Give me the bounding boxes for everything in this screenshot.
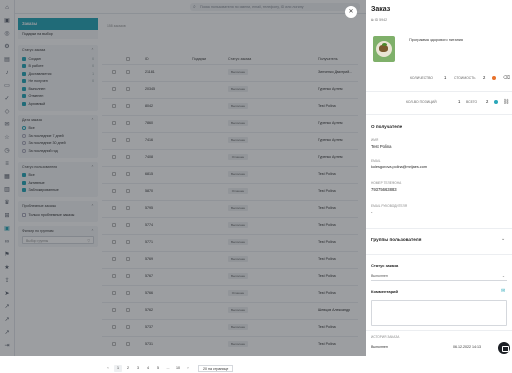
order-panel: Заказ ⧉ ID 5942 Программа здорового пита…	[366, 0, 512, 356]
cost-value: 2	[483, 75, 486, 80]
pagination: ‹ 1 2 3 4 5... 10 › 20 на странице	[104, 365, 234, 372]
phone-value: 79375663883	[371, 187, 397, 192]
phone-label: Номер телефона	[371, 181, 402, 185]
page-link[interactable]: 3	[134, 365, 142, 372]
recipient-section-title: О получателе	[371, 124, 403, 129]
panel-title: Заказ	[371, 6, 391, 13]
link-icon[interactable]: ⛓	[503, 99, 509, 105]
chevron-down-icon[interactable]: ⌄	[501, 236, 505, 242]
page-link[interactable]: 5	[154, 365, 162, 372]
total-label: Всего	[466, 100, 478, 104]
modal-backdrop[interactable]	[0, 0, 366, 356]
cost-label: Стоимость	[454, 76, 476, 80]
manager-email-value: -	[371, 210, 373, 215]
page-link[interactable]: ...	[164, 365, 172, 372]
page-link[interactable]: 2	[124, 365, 132, 372]
status-select[interactable]: Выполнен ⌄	[371, 272, 507, 281]
order-id: ⧉ ID 5942	[371, 18, 387, 22]
page-link[interactable]: 10	[174, 365, 182, 372]
product-name: Программа здорового питания	[409, 38, 463, 42]
status-select-value: Выполнен	[371, 274, 388, 278]
page-link[interactable]: 1	[114, 365, 122, 372]
close-icon[interactable]: ✕	[345, 6, 357, 18]
positions-value: 1	[458, 99, 461, 104]
per-page-select[interactable]: 20 на странице	[198, 365, 234, 372]
total-value: 2	[486, 99, 489, 104]
qty-label: Количество	[410, 76, 433, 80]
next-page-icon[interactable]: ›	[184, 365, 192, 372]
positions-label: Кол-во позиций	[406, 100, 437, 104]
send-icon[interactable]: ✉	[501, 288, 505, 294]
comment-textarea[interactable]	[371, 300, 507, 326]
manager-email-label: Email руководителя	[371, 204, 408, 208]
groups-section-title[interactable]: Группы пользователя	[371, 237, 421, 242]
status-section-title: Статус заказа	[371, 263, 399, 268]
trash-icon[interactable]: ⌫	[503, 75, 510, 81]
coin-icon	[494, 100, 498, 104]
chevron-down-icon: ⌄	[501, 274, 505, 278]
history-date: 06.12.2022 14:13	[453, 345, 481, 349]
history-label: История заказа	[371, 335, 400, 339]
qty-value: 1	[444, 75, 447, 80]
email-value: kolesgorova.polina@mrijaes.com	[371, 165, 427, 169]
name-value: Test Polina	[371, 144, 392, 149]
email-label: Email	[371, 159, 381, 163]
name-label: Имя	[371, 138, 379, 142]
history-status: Выполнен	[371, 345, 388, 349]
product-image	[373, 36, 395, 62]
coin-icon	[492, 76, 496, 80]
order-id-text: ID 5942	[374, 18, 388, 22]
chat-icon[interactable]	[498, 342, 510, 354]
prev-page-icon[interactable]: ‹	[104, 365, 112, 372]
history-row: Выполнен 06.12.2022 14:13	[371, 345, 507, 349]
comment-section-title: Комментарий	[371, 289, 398, 294]
page-link[interactable]: 4	[144, 365, 152, 372]
